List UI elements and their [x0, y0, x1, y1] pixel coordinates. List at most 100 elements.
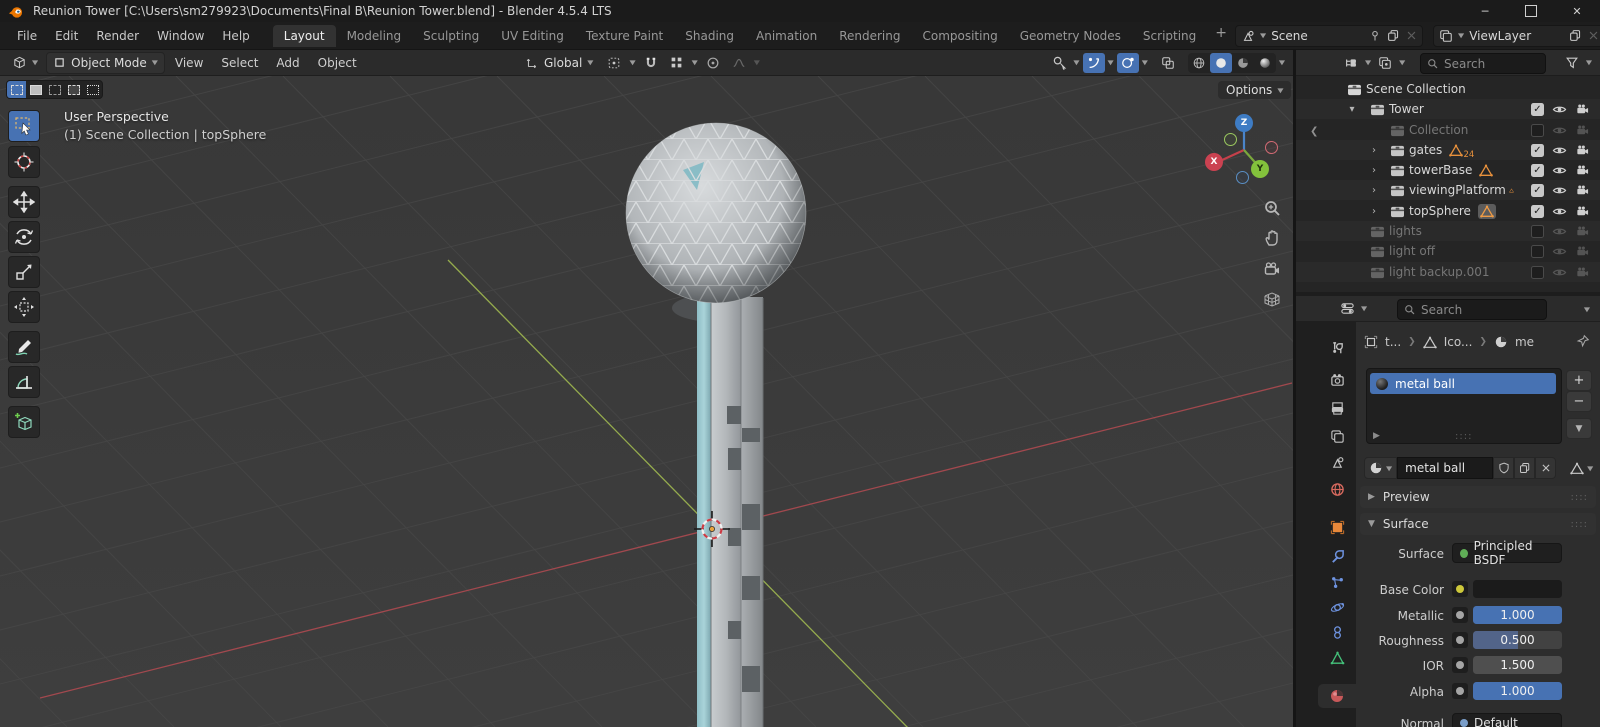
tab-tool[interactable]: [1322, 336, 1352, 360]
chevron-down-icon[interactable]: ▼: [1142, 59, 1148, 66]
slot-expand-arrow[interactable]: ▶: [1373, 431, 1380, 441]
disable-render-camera-icon[interactable]: [1575, 205, 1590, 217]
outliner-row-gates[interactable]: › gates 24 ✓: [1296, 140, 1600, 160]
mode-selector[interactable]: Object Mode ▼: [46, 51, 165, 74]
remove-view-layer-icon[interactable]: [1588, 30, 1599, 41]
tab-animation[interactable]: Animation: [745, 25, 828, 47]
color-socket-icon[interactable]: [1452, 581, 1468, 597]
tab-layout[interactable]: Layout: [272, 24, 336, 47]
disable-render-camera-icon[interactable]: [1575, 245, 1590, 257]
select-intersect-button[interactable]: [83, 81, 102, 98]
outliner-row-topsphere[interactable]: › topSphere ✓: [1296, 201, 1600, 221]
expand-chevron-icon[interactable]: ›: [1368, 165, 1380, 176]
tab-world[interactable]: [1322, 477, 1352, 501]
outliner-row-tower[interactable]: ▾ Tower ✓: [1296, 99, 1600, 119]
value-socket-icon[interactable]: [1452, 632, 1468, 648]
hide-eye-icon[interactable]: [1552, 144, 1567, 157]
pin-icon[interactable]: [1576, 334, 1590, 348]
tool-transform[interactable]: [8, 291, 40, 323]
select-extend-button[interactable]: [26, 81, 45, 98]
snap-toggle-magnet-icon[interactable]: [640, 53, 662, 73]
value-socket-icon[interactable]: [1452, 607, 1468, 623]
hide-eye-icon[interactable]: [1552, 205, 1567, 218]
show-gizmo-toggle[interactable]: [1082, 52, 1105, 73]
pin-icon[interactable]: [1369, 30, 1381, 42]
alpha-slider[interactable]: 1.000: [1473, 682, 1562, 700]
roughness-slider[interactable]: 0.500: [1473, 631, 1562, 649]
navigation-gizmo[interactable]: Z X Y: [1199, 105, 1291, 197]
remove-material-slot-button[interactable]: −: [1566, 391, 1592, 412]
chevron-down-icon[interactable]: ▼: [1399, 59, 1405, 66]
ior-slider[interactable]: 1.500: [1473, 656, 1562, 674]
menu-window[interactable]: Window: [148, 26, 213, 46]
gizmo-axis-x-negative[interactable]: [1265, 141, 1278, 154]
hide-eye-icon[interactable]: [1552, 266, 1567, 279]
tool-measure[interactable]: [8, 366, 40, 398]
pivot-point-button[interactable]: [603, 53, 625, 73]
expand-chevron-icon[interactable]: ▾: [1346, 104, 1358, 115]
chevron-down-icon[interactable]: ▼: [1361, 305, 1367, 312]
outliner-filter-funnel-button[interactable]: [1561, 53, 1583, 73]
outliner-row-light-off[interactable]: light off: [1296, 241, 1600, 261]
new-view-layer-copy-icon[interactable]: [1569, 29, 1582, 42]
collection-exclude-checkbox[interactable]: [1531, 265, 1544, 279]
toggle-orthographic-button[interactable]: [1261, 288, 1283, 310]
editor-type-selector[interactable]: ▼: [6, 53, 44, 73]
tab-material[interactable]: [1318, 684, 1356, 708]
tab-rendering[interactable]: Rendering: [828, 25, 911, 47]
outliner-display-mode-button[interactable]: [1340, 53, 1362, 73]
outliner-row-light-backup[interactable]: light backup.001: [1296, 262, 1600, 282]
zoom-button[interactable]: [1261, 197, 1283, 219]
tab-modeling[interactable]: Modeling: [336, 25, 413, 47]
collection-exclude-checkbox[interactable]: [1531, 123, 1544, 137]
properties-editor-icon[interactable]: [1336, 299, 1358, 319]
select-subtract-button[interactable]: [45, 81, 64, 98]
options-button[interactable]: Options ▼: [1218, 81, 1292, 99]
browse-material-button[interactable]: ▼: [1364, 457, 1398, 479]
menu-view[interactable]: View: [167, 53, 211, 73]
expand-chevron-icon[interactable]: ›: [1368, 206, 1380, 217]
viewport-3d[interactable]: User Perspective (1) Scene Collection | …: [0, 76, 1293, 727]
hide-eye-icon[interactable]: [1552, 164, 1567, 177]
tool-scale[interactable]: [8, 256, 40, 288]
chevron-down-icon[interactable]: ▼: [1584, 306, 1590, 313]
pan-hand-button[interactable]: [1261, 227, 1283, 249]
menu-file[interactable]: File: [8, 26, 46, 46]
tool-move[interactable]: [8, 186, 40, 218]
disable-render-camera-icon[interactable]: [1575, 184, 1590, 196]
tower-top-sphere[interactable]: [625, 122, 807, 304]
shading-wireframe-button[interactable]: [1188, 53, 1210, 73]
surface-panel-header[interactable]: ▼ Surface ::::: [1360, 513, 1596, 535]
tab-texture-paint[interactable]: Texture Paint: [575, 25, 674, 47]
tab-constraints[interactable]: [1322, 620, 1352, 644]
add-workspace-button[interactable]: +: [1207, 25, 1235, 47]
outliner-row-towerbase[interactable]: › towerBase ✓: [1296, 160, 1600, 180]
tool-select-box[interactable]: [8, 110, 40, 142]
chevron-down-icon[interactable]: ▼: [629, 59, 635, 66]
tab-view-layer[interactable]: [1322, 424, 1352, 448]
disable-render-camera-icon[interactable]: [1575, 164, 1590, 176]
tab-sculpting[interactable]: Sculpting: [412, 25, 490, 47]
proportional-falloff-button[interactable]: [728, 53, 750, 73]
outliner-row-lights[interactable]: lights: [1296, 221, 1600, 241]
tab-scene[interactable]: [1322, 450, 1352, 474]
material-slot-selected[interactable]: metal ball: [1370, 373, 1556, 394]
tool-annotate[interactable]: [8, 331, 40, 363]
collection-exclude-checkbox[interactable]: ✓: [1531, 204, 1544, 218]
select-invert-button[interactable]: [64, 81, 83, 98]
disable-render-camera-icon[interactable]: [1575, 124, 1590, 136]
shading-rendered-button[interactable]: [1254, 53, 1276, 73]
collection-exclude-checkbox[interactable]: ✓: [1531, 183, 1544, 197]
collection-exclude-checkbox[interactable]: [1531, 224, 1544, 238]
outliner-row-scene-collection[interactable]: Scene Collection: [1296, 79, 1600, 99]
gizmo-axis-z-negative[interactable]: [1236, 171, 1249, 184]
tool-rotate[interactable]: [8, 221, 40, 253]
tab-scripting[interactable]: Scripting: [1132, 25, 1207, 47]
hide-eye-icon[interactable]: [1552, 245, 1567, 258]
chevron-down-icon[interactable]: ▼: [692, 59, 698, 66]
menu-render[interactable]: Render: [87, 26, 148, 46]
tab-geometry-nodes[interactable]: Geometry Nodes: [1009, 25, 1132, 47]
chevron-down-icon[interactable]: ▼: [1108, 59, 1114, 66]
preview-panel-header[interactable]: ▶ Preview ::::: [1360, 486, 1596, 508]
maximize-button[interactable]: [1508, 0, 1554, 22]
